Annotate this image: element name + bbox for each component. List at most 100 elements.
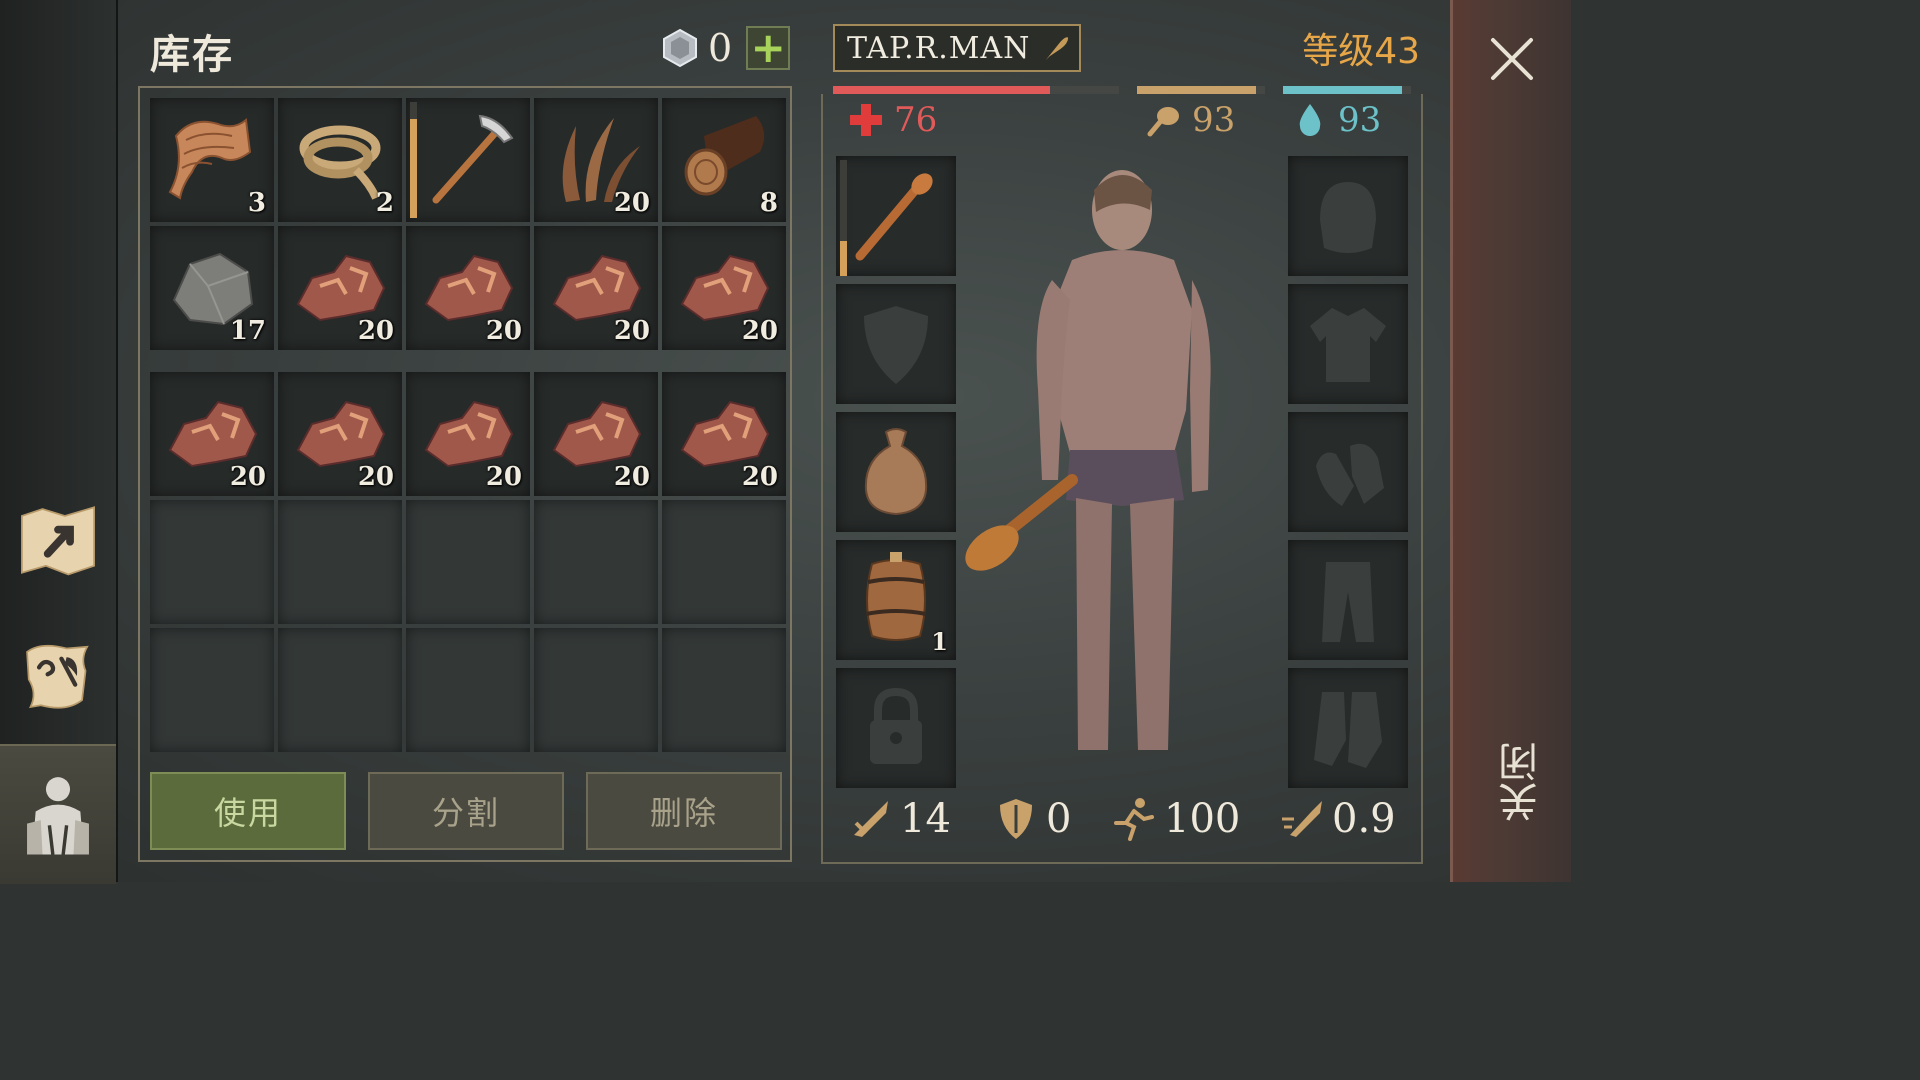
boots-placeholder-icon bbox=[1314, 692, 1382, 768]
health-bar bbox=[833, 86, 1119, 94]
empty-slot[interactable] bbox=[662, 628, 786, 752]
helmet-placeholder-icon bbox=[1320, 182, 1376, 253]
coin-count: 0 bbox=[708, 26, 733, 70]
character-name-box[interactable]: TAP.R.MAN bbox=[833, 24, 1081, 72]
add-coins-button[interactable]: + bbox=[746, 23, 791, 72]
item-quantity: 20 bbox=[613, 316, 650, 346]
inventory-slot[interactable] bbox=[406, 98, 530, 222]
empty-slot[interactable] bbox=[662, 500, 786, 624]
inventory-slot[interactable]: 20 bbox=[278, 226, 402, 350]
split-button[interactable]: 分割 bbox=[368, 772, 564, 850]
boots-slot[interactable] bbox=[1288, 668, 1408, 788]
hunger-bar-fill bbox=[1137, 86, 1257, 94]
inventory-slot[interactable]: 20 bbox=[406, 226, 530, 350]
left-rail bbox=[0, 0, 118, 884]
journal-button[interactable] bbox=[8, 626, 108, 726]
attack-speed-value: 0.9 bbox=[1332, 796, 1396, 842]
inventory-grid-top: 3 2 20 8 17 20 20 20 20 bbox=[150, 98, 786, 350]
sack-icon bbox=[864, 428, 928, 516]
empty-slot[interactable] bbox=[406, 500, 530, 624]
item-quantity: 20 bbox=[485, 316, 522, 346]
backpack-slot[interactable]: 1 bbox=[836, 540, 956, 660]
item-quantity: 8 bbox=[759, 188, 778, 218]
inventory-title: 库存 bbox=[150, 32, 234, 78]
use-button[interactable]: 使用 bbox=[150, 772, 346, 850]
empty-slot[interactable] bbox=[278, 500, 402, 624]
empty-slot[interactable] bbox=[278, 628, 402, 752]
empty-slot[interactable] bbox=[150, 500, 274, 624]
gloves-slot[interactable] bbox=[1288, 412, 1408, 532]
attack-stat: 14 bbox=[848, 796, 951, 842]
empty-slot[interactable] bbox=[150, 628, 274, 752]
running-icon bbox=[1114, 798, 1154, 841]
weapon-slot[interactable] bbox=[836, 156, 956, 276]
speed-stat: 100 bbox=[1112, 796, 1240, 842]
item-quantity: 20 bbox=[357, 316, 394, 346]
item-quantity: 3 bbox=[247, 188, 266, 218]
item-quantity: 20 bbox=[613, 188, 650, 218]
helmet-slot[interactable] bbox=[1288, 156, 1408, 276]
attack-value: 14 bbox=[900, 796, 951, 842]
wooden-club-icon bbox=[855, 173, 933, 261]
item-quantity: 2 bbox=[375, 188, 394, 218]
dagger-icon bbox=[854, 801, 888, 837]
shield-icon bbox=[1000, 799, 1032, 839]
inventory-slot[interactable]: 3 bbox=[150, 98, 274, 222]
item-quantity: 20 bbox=[741, 316, 778, 346]
inventory-slot[interactable]: 20 bbox=[534, 226, 658, 350]
inventory-slot[interactable]: 20 bbox=[534, 98, 658, 222]
shield-slot[interactable] bbox=[836, 284, 956, 404]
health-bar-fill bbox=[833, 86, 1051, 94]
empty-slot[interactable] bbox=[534, 628, 658, 752]
edit-feather-icon bbox=[1046, 37, 1069, 61]
inventory-slot[interactable]: 17 bbox=[150, 226, 274, 350]
close-panel[interactable]: 关闭 bbox=[1450, 0, 1571, 882]
locked-slot[interactable] bbox=[836, 668, 956, 788]
inventory-slot[interactable]: 20 bbox=[278, 372, 402, 496]
item-quantity: 20 bbox=[229, 462, 266, 492]
gloves-placeholder-icon bbox=[1316, 443, 1384, 506]
inventory-tab-button[interactable] bbox=[0, 744, 116, 884]
inventory-slot[interactable]: 20 bbox=[662, 226, 786, 350]
inventory-slot[interactable]: 20 bbox=[534, 372, 658, 496]
map-button[interactable] bbox=[8, 490, 108, 590]
item-quantity: 17 bbox=[229, 316, 266, 346]
close-icon[interactable] bbox=[1489, 36, 1535, 82]
item-quantity: 20 bbox=[741, 462, 778, 492]
thirst-bar bbox=[1283, 86, 1411, 94]
thirst-bar-fill bbox=[1283, 86, 1403, 94]
scroll-quill-icon bbox=[26, 644, 89, 709]
inventory-grid-bottom: 20 20 20 20 20 bbox=[150, 372, 786, 752]
durability-fill bbox=[410, 119, 417, 218]
coin-icon bbox=[663, 28, 697, 68]
plus-icon: + bbox=[750, 23, 786, 72]
inventory-slot[interactable]: 20 bbox=[406, 372, 530, 496]
speed-value: 100 bbox=[1164, 796, 1241, 842]
pants-slot[interactable] bbox=[1288, 540, 1408, 660]
chest-slot[interactable] bbox=[1288, 284, 1408, 404]
map-icon bbox=[21, 506, 95, 576]
lock-icon bbox=[870, 687, 922, 764]
bag-slot[interactable] bbox=[836, 412, 956, 532]
character-model bbox=[965, 170, 1211, 750]
defense-stat: 0 bbox=[994, 796, 1071, 842]
delete-button[interactable]: 删除 bbox=[586, 772, 782, 850]
shirt-placeholder-icon bbox=[1310, 308, 1386, 382]
weapon-durability-fill bbox=[840, 241, 847, 276]
coin-display: 0 + bbox=[660, 23, 791, 72]
hunger-bar bbox=[1137, 86, 1265, 94]
empty-slot[interactable] bbox=[534, 500, 658, 624]
inventory-slot[interactable]: 20 bbox=[150, 372, 274, 496]
character-name: TAP.R.MAN bbox=[847, 30, 1031, 66]
shield-placeholder-icon bbox=[864, 306, 928, 384]
inventory-slot[interactable]: 8 bbox=[662, 98, 786, 222]
durability-bar bbox=[410, 102, 417, 218]
inventory-slot[interactable]: 2 bbox=[278, 98, 402, 222]
item-quantity: 1 bbox=[931, 627, 948, 656]
empty-slot[interactable] bbox=[406, 628, 530, 752]
pickaxe-icon bbox=[432, 114, 514, 204]
backpack-character-icon bbox=[27, 777, 89, 855]
character-level: 等级43 bbox=[1302, 31, 1420, 72]
item-quantity: 20 bbox=[485, 462, 522, 492]
inventory-slot[interactable]: 20 bbox=[662, 372, 786, 496]
